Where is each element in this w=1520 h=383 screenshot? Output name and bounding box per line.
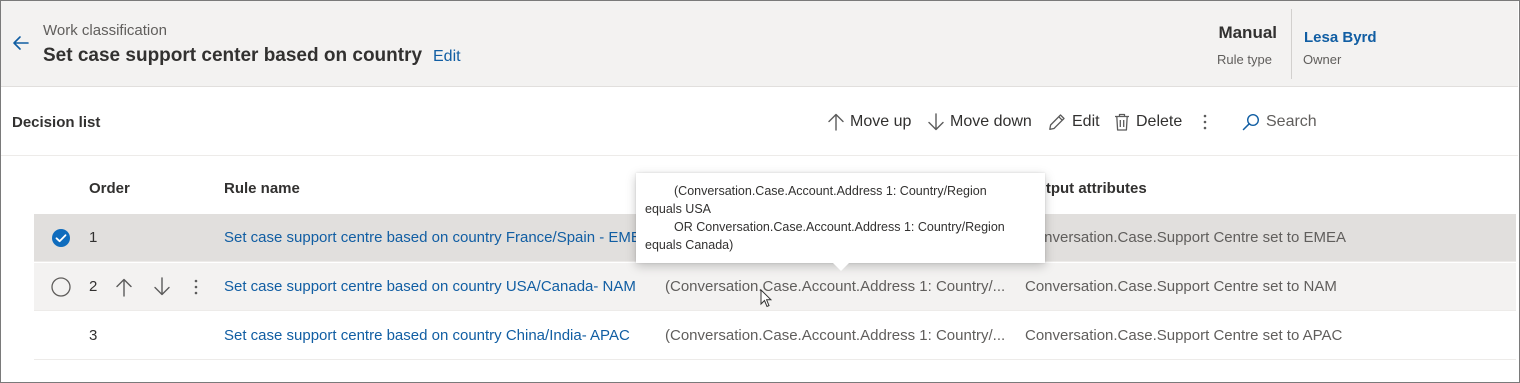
page-subtitle: Work classification xyxy=(43,22,167,39)
arrow-up-icon xyxy=(828,113,844,131)
pencil-icon xyxy=(1049,114,1065,130)
mouse-cursor-icon xyxy=(760,289,772,308)
checkmark-circle-icon[interactable] xyxy=(51,228,71,248)
table-row[interactable]: 3 Set case support centre based on count… xyxy=(34,312,1516,360)
tooltip-line: equals Canada) xyxy=(645,238,734,252)
row-order: 3 xyxy=(89,327,98,344)
tooltip-line: equals USA xyxy=(645,202,712,216)
decision-list-title: Decision list xyxy=(12,114,101,131)
move-up-label: Move up xyxy=(850,113,912,130)
edit-title-link[interactable]: Edit xyxy=(433,48,461,66)
edit-button[interactable]: Edit xyxy=(1047,109,1100,135)
tooltip-line: OR Conversation.Case.Account.Address 1: … xyxy=(674,220,1005,234)
arrow-down-icon xyxy=(928,113,944,131)
arrow-down-icon[interactable] xyxy=(152,276,172,298)
row-condition[interactable]: (Conversation.Case.Account.Address 1: Co… xyxy=(665,278,1005,295)
search-icon xyxy=(1242,113,1260,131)
row-output: Conversation.Case.Support Centre set to … xyxy=(1025,327,1343,344)
row-output: Conversation.Case.Support Centre set to … xyxy=(1025,278,1337,295)
more-vertical-icon xyxy=(1203,114,1207,130)
search-box[interactable]: Search xyxy=(1241,109,1317,135)
circle-icon[interactable] xyxy=(51,277,71,297)
owner-label: Owner xyxy=(1303,52,1342,67)
edit-label: Edit xyxy=(1072,113,1100,130)
rule-name-link[interactable]: Set case support centre based on country… xyxy=(224,229,651,246)
table-row[interactable]: 2 Set case support centre based on count… xyxy=(34,263,1516,311)
owner-link[interactable]: Lesa Byrd xyxy=(1304,29,1377,46)
delete-button[interactable]: Delete xyxy=(1113,109,1182,135)
move-up-button[interactable]: Move up xyxy=(827,109,911,135)
row-condition[interactable]: (Conversation.Case.Account.Address 1: Co… xyxy=(665,327,1005,344)
more-actions-button[interactable] xyxy=(1199,109,1211,135)
row-order: 1 xyxy=(89,229,98,246)
column-header-order[interactable]: Order xyxy=(89,180,130,197)
column-header-rule-name[interactable]: Rule name xyxy=(224,180,300,197)
rule-name-link[interactable]: Set case support centre based on country… xyxy=(224,327,630,344)
arrow-up-icon[interactable] xyxy=(114,276,134,298)
back-arrow-icon[interactable] xyxy=(11,33,31,53)
row-output: Conversation.Case.Support Centre set to … xyxy=(1025,229,1346,246)
tooltip-arrow xyxy=(832,262,850,271)
page-header: Work classification Set case support cen… xyxy=(1,1,1518,87)
tooltip-line: (Conversation.Case.Account.Address 1: Co… xyxy=(674,184,987,198)
decision-list-toolbar: Decision list Move up Move down Edit Del… xyxy=(1,88,1518,156)
rule-type-value: Manual xyxy=(1218,23,1277,42)
trash-icon xyxy=(1115,113,1129,131)
delete-label: Delete xyxy=(1136,113,1183,130)
move-down-label: Move down xyxy=(950,113,1032,130)
header-divider xyxy=(1291,9,1292,79)
condition-tooltip: (Conversation.Case.Account.Address 1: Co… xyxy=(636,173,1045,263)
search-placeholder: Search xyxy=(1266,113,1317,130)
rule-name-link[interactable]: Set case support centre based on country… xyxy=(224,278,636,295)
move-down-button[interactable]: Move down xyxy=(927,109,1032,135)
row-order: 2 xyxy=(89,278,98,295)
rule-type-label: Rule type xyxy=(1217,52,1272,67)
page-title: Set case support center based on country xyxy=(43,45,423,66)
more-vertical-icon[interactable] xyxy=(190,276,202,298)
